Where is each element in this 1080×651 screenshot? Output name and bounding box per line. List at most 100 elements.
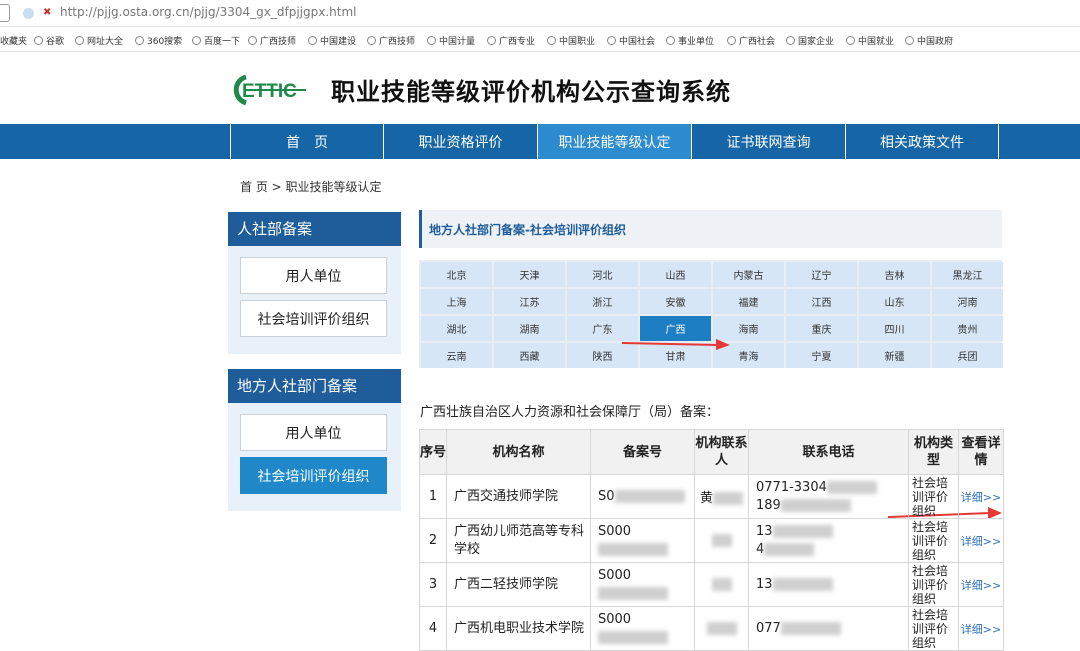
address-bar[interactable]: ✖ http://pjjg.osta.org.cn/pjjg/3304_gx_d… [0, 0, 1080, 27]
province-item[interactable]: 西藏 [494, 343, 565, 368]
province-item[interactable]: 江苏 [494, 289, 565, 314]
cell-contact [694, 562, 749, 607]
province-item[interactable]: 辽宁 [786, 262, 857, 287]
favicon-icon [487, 36, 496, 45]
favorite-item[interactable]: 中国职业 [547, 34, 595, 47]
province-item[interactable]: 贵州 [932, 316, 1003, 341]
province-item[interactable]: 新疆 [859, 343, 930, 368]
breadcrumb-home[interactable]: 首 页 [240, 180, 268, 194]
province-item[interactable]: 宁夏 [786, 343, 857, 368]
favorite-item[interactable]: 360搜索 [135, 34, 182, 47]
favorite-item[interactable]: 事业单位 [666, 34, 714, 47]
site-title: 职业技能等级评价机构公示查询系统 [331, 78, 731, 106]
redaction [598, 542, 668, 556]
favorite-label: 中国计量 [439, 37, 476, 47]
province-item[interactable]: 天津 [494, 262, 565, 287]
province-item[interactable]: 福建 [713, 289, 784, 314]
province-item[interactable]: 兵团 [932, 343, 1003, 368]
detail-link[interactable]: 详细>> [961, 491, 1001, 504]
favorite-item[interactable]: 中国建设 [308, 34, 356, 47]
nav-certificate-query[interactable]: 证书联网查询 [691, 124, 845, 159]
favorite-item[interactable]: 广西技师 [248, 34, 296, 47]
favorite-label: 中国建设 [320, 37, 357, 47]
province-item[interactable]: 北京 [421, 262, 492, 287]
nav-home[interactable]: 首 页 [230, 124, 383, 159]
sidebar-item-training-org[interactable]: 社会培训评价组织 [240, 300, 387, 337]
redaction [780, 621, 841, 635]
ettic-logo: ETTIC [233, 74, 306, 106]
detail-link[interactable]: 详细>> [961, 535, 1001, 548]
cell-type: 社会培训评价组织 [908, 562, 959, 607]
nav-skill-level[interactable]: 职业技能等级认定 [537, 124, 691, 159]
favorite-label: 百度一下 [204, 37, 241, 47]
phone-1: 13 [756, 576, 773, 592]
province-item[interactable]: 重庆 [786, 316, 857, 341]
favicon-icon [135, 36, 144, 45]
table-row: 4 广西机电职业技术学院 S000 077 社会培训评价组织 详细>> [419, 606, 1004, 651]
sidebar-item-employer[interactable]: 用人单位 [240, 414, 387, 451]
favorite-item[interactable]: 百度一下 [192, 34, 240, 47]
col-name: 机构名称 [446, 429, 591, 475]
cell-no: 3 [419, 562, 447, 607]
cell-code: S000 [590, 562, 695, 607]
favicon-icon [786, 36, 795, 45]
favorite-label: 广西技师 [260, 37, 297, 47]
detail-link[interactable]: 详细>> [961, 623, 1001, 636]
favorite-item[interactable]: 广西专业 [487, 34, 535, 47]
province-item[interactable]: 上海 [421, 289, 492, 314]
province-item[interactable]: 江西 [786, 289, 857, 314]
org-table: 序号 机构名称 备案号 机构联系人 联系电话 机构类型 查看详情 1 广西交通技师… [419, 429, 1004, 651]
favorite-item[interactable]: 收藏夹 [0, 34, 27, 47]
url-text[interactable]: http://pjjg.osta.org.cn/pjjg/3304_gx_dfp… [60, 5, 357, 19]
favicon-icon [308, 36, 317, 45]
breadcrumb-sep: > [271, 180, 282, 194]
annotation-arrow [621, 339, 730, 350]
favorite-item[interactable]: 中国政府 [905, 34, 953, 47]
detail-link[interactable]: 详细>> [961, 579, 1001, 592]
insecure-icon: ✖ [43, 7, 52, 18]
redaction [706, 622, 737, 635]
section-header: 地方人社部门备案-社会培训评价组织 [419, 210, 1002, 248]
favorite-item[interactable]: 广西技师 [367, 34, 415, 47]
cell-detail: 详细>> [958, 474, 1004, 519]
province-item[interactable]: 山东 [859, 289, 930, 314]
table-row: 1 广西交通技师学院 S0 黄 0771-3304 189 社会培训评价组织 详细>> [419, 474, 1004, 519]
favorite-item[interactable]: 广西社会 [727, 34, 775, 47]
nav-policy[interactable]: 相关政策文件 [845, 124, 999, 159]
favorite-item[interactable]: 中国社会 [607, 34, 655, 47]
province-item[interactable]: 云南 [421, 343, 492, 368]
nav-qualification[interactable]: 职业资格评价 [383, 124, 537, 159]
favorite-item[interactable]: 中国就业 [846, 34, 894, 47]
province-item[interactable]: 黑龙江 [932, 262, 1003, 287]
col-detail: 查看详情 [958, 429, 1004, 475]
province-item[interactable]: 安徽 [640, 289, 711, 314]
province-item[interactable]: 河南 [932, 289, 1003, 314]
favorite-label: 收藏夹 [0, 37, 28, 47]
record-code: S000 [598, 523, 632, 539]
province-item[interactable]: 河北 [567, 262, 638, 287]
favicon-icon [607, 36, 616, 45]
sidebar-item-training-org-selected[interactable]: 社会培训评价组织 [240, 457, 387, 494]
row-no: 3 [428, 577, 438, 592]
org-type: 社会培训评价组织 [912, 607, 949, 650]
cell-phone: 13 [748, 562, 909, 607]
sidebar-panel-ministry: 人社部备案 用人单位 社会培训评价组织 [228, 212, 401, 354]
cell-detail: 详细>> [958, 606, 1004, 651]
province-item[interactable]: 湖南 [494, 316, 565, 341]
province-item[interactable]: 四川 [859, 316, 930, 341]
favorite-item[interactable]: 谷歌 [34, 34, 64, 47]
logo-text: ETTIC [242, 81, 297, 102]
province-item[interactable]: 湖北 [421, 316, 492, 341]
favorite-item[interactable]: 中国计量 [427, 34, 475, 47]
province-item[interactable]: 山西 [640, 262, 711, 287]
province-item[interactable]: 浙江 [567, 289, 638, 314]
redaction [598, 586, 668, 600]
cell-type: 社会培训评价组织 [908, 474, 959, 519]
province-item[interactable]: 内蒙古 [713, 262, 784, 287]
org-type: 社会培训评价组织 [912, 563, 949, 606]
sidebar-item-employer[interactable]: 用人单位 [240, 257, 387, 294]
favorite-item[interactable]: 网址大全 [75, 34, 123, 47]
favorites-bar: 收藏夹 谷歌 网址大全 360搜索 百度一下 广西技师 中国建设 广西技师 中国计量 广西专业 中国… [0, 27, 1080, 52]
province-item[interactable]: 吉林 [859, 262, 930, 287]
favorite-item[interactable]: 国家企业 [786, 34, 834, 47]
